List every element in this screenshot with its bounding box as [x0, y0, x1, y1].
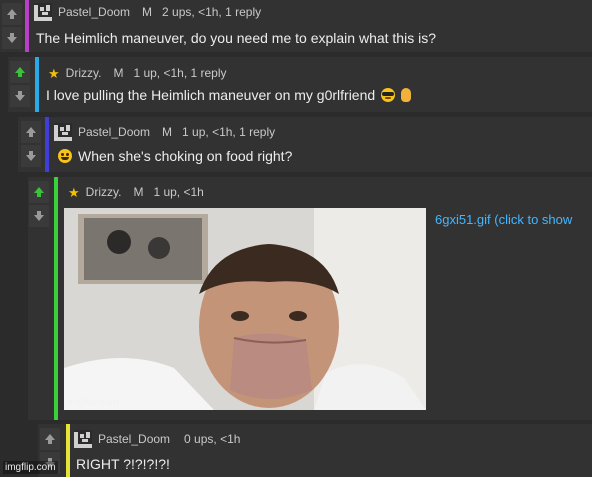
downvote-button[interactable]: [29, 205, 49, 227]
down-arrow-icon: [15, 91, 25, 101]
down-arrow-icon: [7, 33, 17, 43]
thread-bar: [35, 57, 39, 112]
comment-text-content: RIGHT ?!?!?!?!: [76, 456, 170, 472]
up-arrow-icon: [7, 9, 17, 19]
vote-column: [2, 3, 24, 51]
thread-bar: [54, 177, 58, 420]
downvote-button[interactable]: [10, 85, 30, 107]
thread-bar: [45, 117, 49, 172]
comment-meta: 1 up, <1h, 1 reply: [182, 125, 276, 139]
pixel-avatar-icon[interactable]: [54, 123, 72, 141]
comment-5: Pastel_Doom 0 ups, <1h RIGHT ?!?!?!?!: [38, 424, 592, 477]
username[interactable]: Drizzy.: [86, 185, 122, 199]
comment-header: ★ Drizzy. M 1 up, <1h, 1 reply: [48, 66, 227, 80]
comment-text: I love pulling the Heimlich maneuver on …: [46, 87, 412, 103]
username[interactable]: Pastel_Doom: [58, 5, 130, 19]
user-badge: M: [162, 125, 173, 139]
ok-hand-emoji-icon: [401, 88, 412, 102]
sunglasses-emoji-icon: [381, 88, 396, 102]
gif-scene: [64, 208, 426, 410]
comment-meta: 1 up, <1h: [153, 185, 204, 199]
upvote-button[interactable]: [40, 428, 60, 450]
comment-4: ★ Drizzy. M 1 up, <1h imgflip.com 6gxi51…: [28, 177, 592, 420]
comment-meta: 2 ups, <1h, 1 reply: [162, 5, 262, 19]
image-watermark: imgflip.com: [68, 397, 119, 408]
comment-text: When she's choking on food right?: [58, 148, 292, 164]
site-watermark: imgflip.com: [3, 461, 58, 474]
thread-bar: [25, 0, 29, 52]
comment-meta: 0 ups, <1h: [184, 432, 241, 446]
downvote-button[interactable]: [2, 27, 22, 49]
gif-show-link[interactable]: 6gxi51.gif (click to show: [435, 212, 572, 227]
comment-meta: 1 up, <1h, 1 reply: [133, 66, 227, 80]
username[interactable]: Pastel_Doom: [78, 125, 150, 139]
upvote-button[interactable]: [2, 3, 22, 25]
upvote-button[interactable]: [29, 181, 49, 203]
thread-bar: [66, 424, 70, 477]
upvote-button[interactable]: [10, 61, 30, 83]
user-badge: M: [113, 66, 124, 80]
comment-1: Pastel_Doom M 2 ups, <1h, 1 reply The He…: [0, 0, 592, 52]
up-arrow-icon: [45, 434, 55, 444]
upvote-button[interactable]: [21, 121, 41, 143]
comment-text: The Heimlich maneuver, do you need me to…: [36, 30, 436, 46]
comment-header: ★ Drizzy. M 1 up, <1h: [68, 185, 204, 199]
comment-header: Pastel_Doom M 1 up, <1h, 1 reply: [54, 123, 275, 141]
username[interactable]: Pastel_Doom: [98, 432, 170, 446]
vote-column: [10, 61, 32, 109]
comment-header: Pastel_Doom M 2 ups, <1h, 1 reply: [34, 3, 261, 21]
comment-header: Pastel_Doom 0 ups, <1h: [74, 430, 240, 448]
comment-text-content: I love pulling the Heimlich maneuver on …: [46, 87, 376, 103]
star-icon: ★: [48, 65, 60, 81]
downvote-button[interactable]: [21, 145, 41, 167]
up-arrow-icon: [15, 67, 25, 77]
comment-text-content: When she's choking on food right?: [78, 148, 293, 164]
gif-image[interactable]: imgflip.com: [64, 208, 426, 410]
down-arrow-icon: [34, 211, 44, 221]
star-icon: ★: [68, 184, 80, 200]
comment-text-content: The Heimlich maneuver, do you need me to…: [36, 30, 436, 46]
comment-2: ★ Drizzy. M 1 up, <1h, 1 reply I love pu…: [8, 57, 592, 112]
comment-text: RIGHT ?!?!?!?!: [76, 456, 170, 472]
down-arrow-icon: [26, 151, 36, 161]
comment-3: Pastel_Doom M 1 up, <1h, 1 reply When sh…: [18, 117, 592, 172]
user-badge: M: [133, 185, 144, 199]
username[interactable]: Drizzy.: [66, 66, 102, 80]
pixel-avatar-icon[interactable]: [34, 3, 52, 21]
up-arrow-icon: [26, 127, 36, 137]
grinning-emoji-icon: [58, 149, 72, 163]
pixel-avatar-icon[interactable]: [74, 430, 92, 448]
user-badge: M: [142, 5, 153, 19]
vote-column: [29, 181, 51, 229]
vote-column: [21, 121, 43, 169]
up-arrow-icon: [34, 187, 44, 197]
